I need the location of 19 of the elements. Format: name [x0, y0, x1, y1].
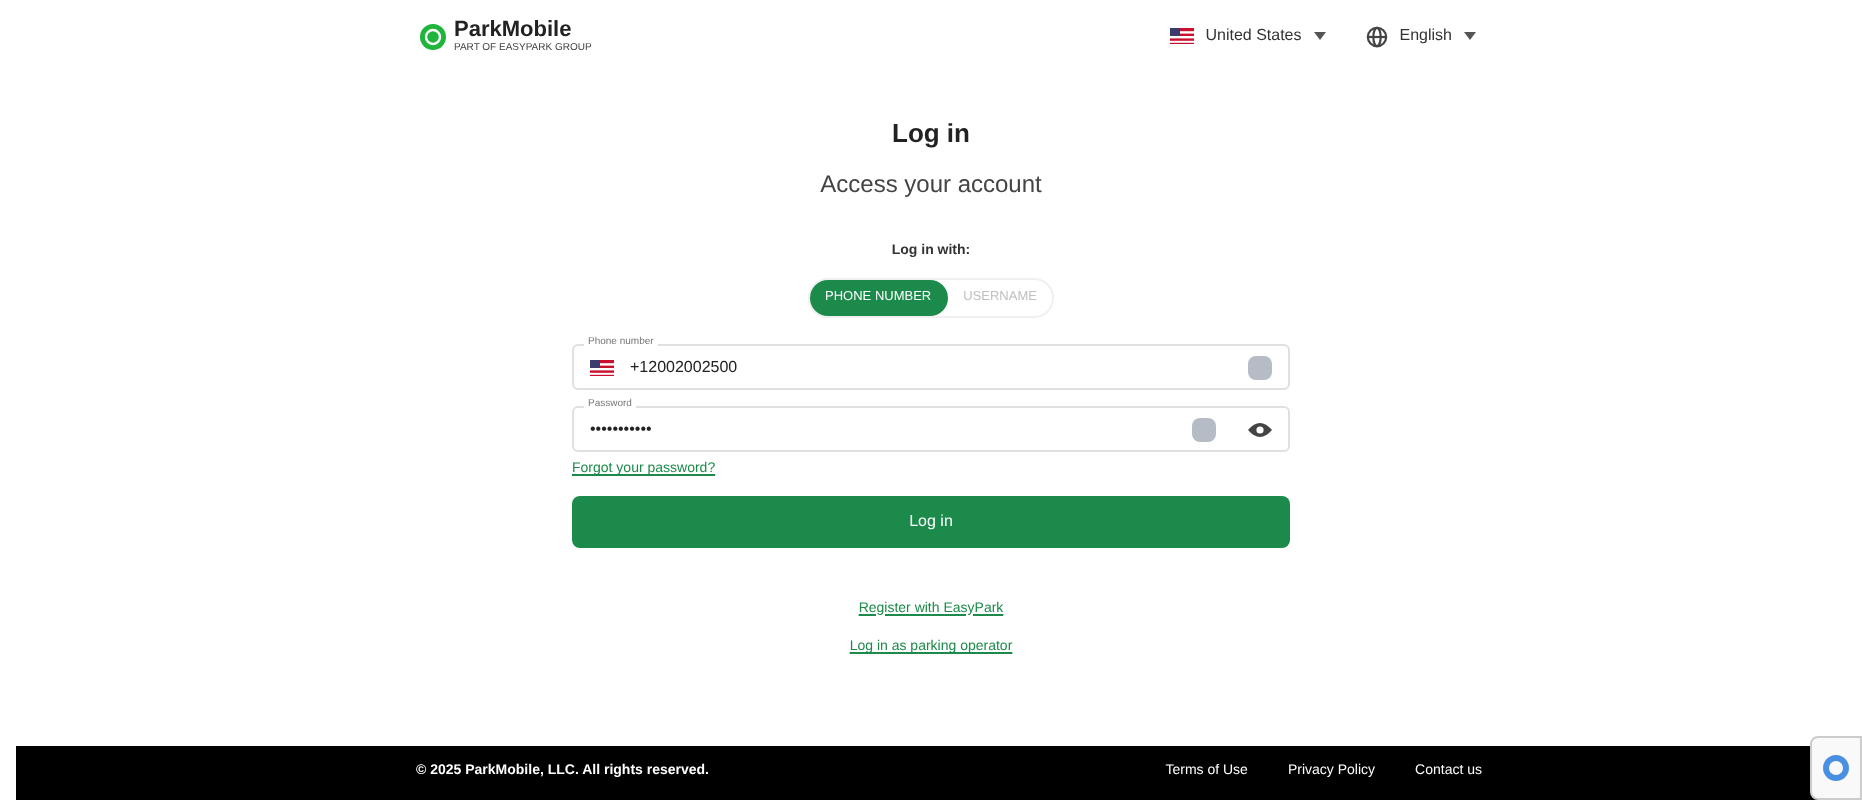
flag-icon — [1169, 28, 1194, 44]
flag-icon — [590, 359, 614, 375]
field-value: ••••••••••• — [590, 417, 654, 441]
autofill-icon[interactable] — [1192, 417, 1216, 441]
page-subtitle: Access your account — [820, 167, 1042, 201]
recaptcha-icon — [1822, 754, 1850, 782]
logo-text: ParkMobile — [454, 19, 574, 41]
page-title: Log in — [892, 116, 970, 152]
login-button[interactable]: Log in — [572, 495, 1290, 547]
eye-icon[interactable] — [1248, 421, 1272, 437]
logo-icon — [420, 23, 446, 49]
caret-icon — [1464, 32, 1476, 40]
globe-icon — [1365, 25, 1388, 47]
country-selector[interactable]: United States — [1169, 24, 1326, 48]
autofill-icon[interactable] — [1248, 355, 1272, 379]
caret-icon — [1313, 32, 1326, 40]
field-value: +12002002500 — [630, 355, 740, 379]
language-selector[interactable]: English — [1365, 24, 1476, 48]
recaptcha-badge[interactable] — [1810, 736, 1862, 800]
